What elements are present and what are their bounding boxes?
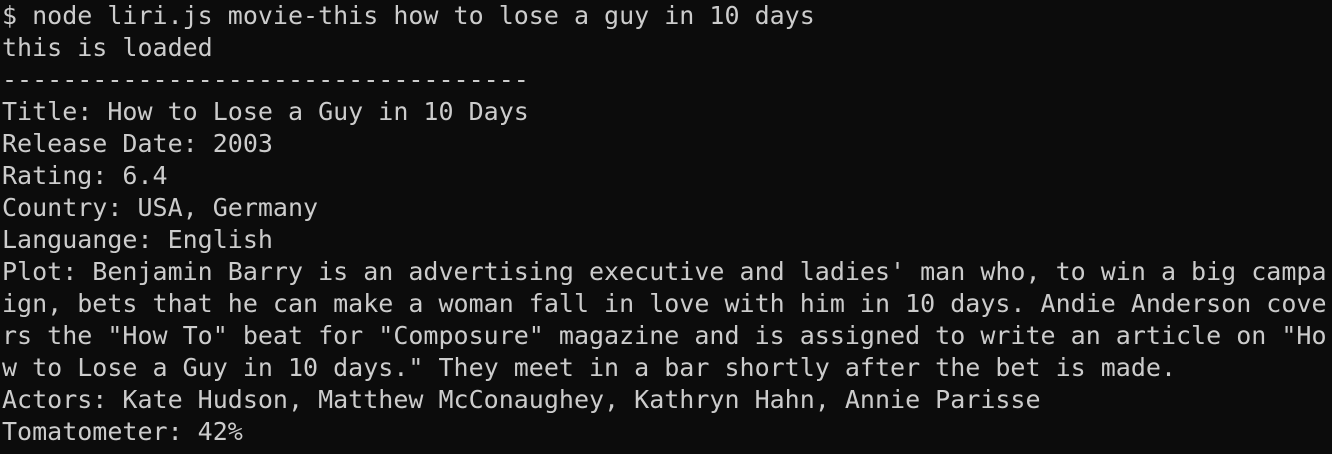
output-plot-line-3: rs the "How To" beat for "Composure" mag… [2, 321, 1327, 350]
output-language: Languange: English [2, 225, 273, 254]
output-country: Country: USA, Germany [2, 193, 319, 222]
output-plot-line-1: Plot: Benjamin Barry is an advertising e… [2, 257, 1327, 286]
output-actors: Actors: Kate Hudson, Matthew McConaughey… [2, 385, 1041, 414]
output-plot-line-2: ign, bets that he can make a woman fall … [2, 289, 1327, 318]
output-line-loaded: this is loaded [2, 33, 213, 62]
output-title: Title: How to Lose a Guy in 10 Days [2, 97, 529, 126]
output-rating: Rating: 6.4 [2, 161, 168, 190]
output-separator: ----------------------------------- [2, 65, 529, 94]
terminal-window[interactable]: $ node liri.js movie-this how to lose a … [0, 0, 1332, 454]
output-release-date: Release Date: 2003 [2, 129, 273, 158]
output-tomatometer: Tomatometer: 42% [2, 417, 243, 446]
command-prompt-line: $ node liri.js movie-this how to lose a … [2, 1, 815, 30]
output-plot-line-4: w to Lose a Guy in 10 days." They meet i… [2, 353, 1176, 382]
